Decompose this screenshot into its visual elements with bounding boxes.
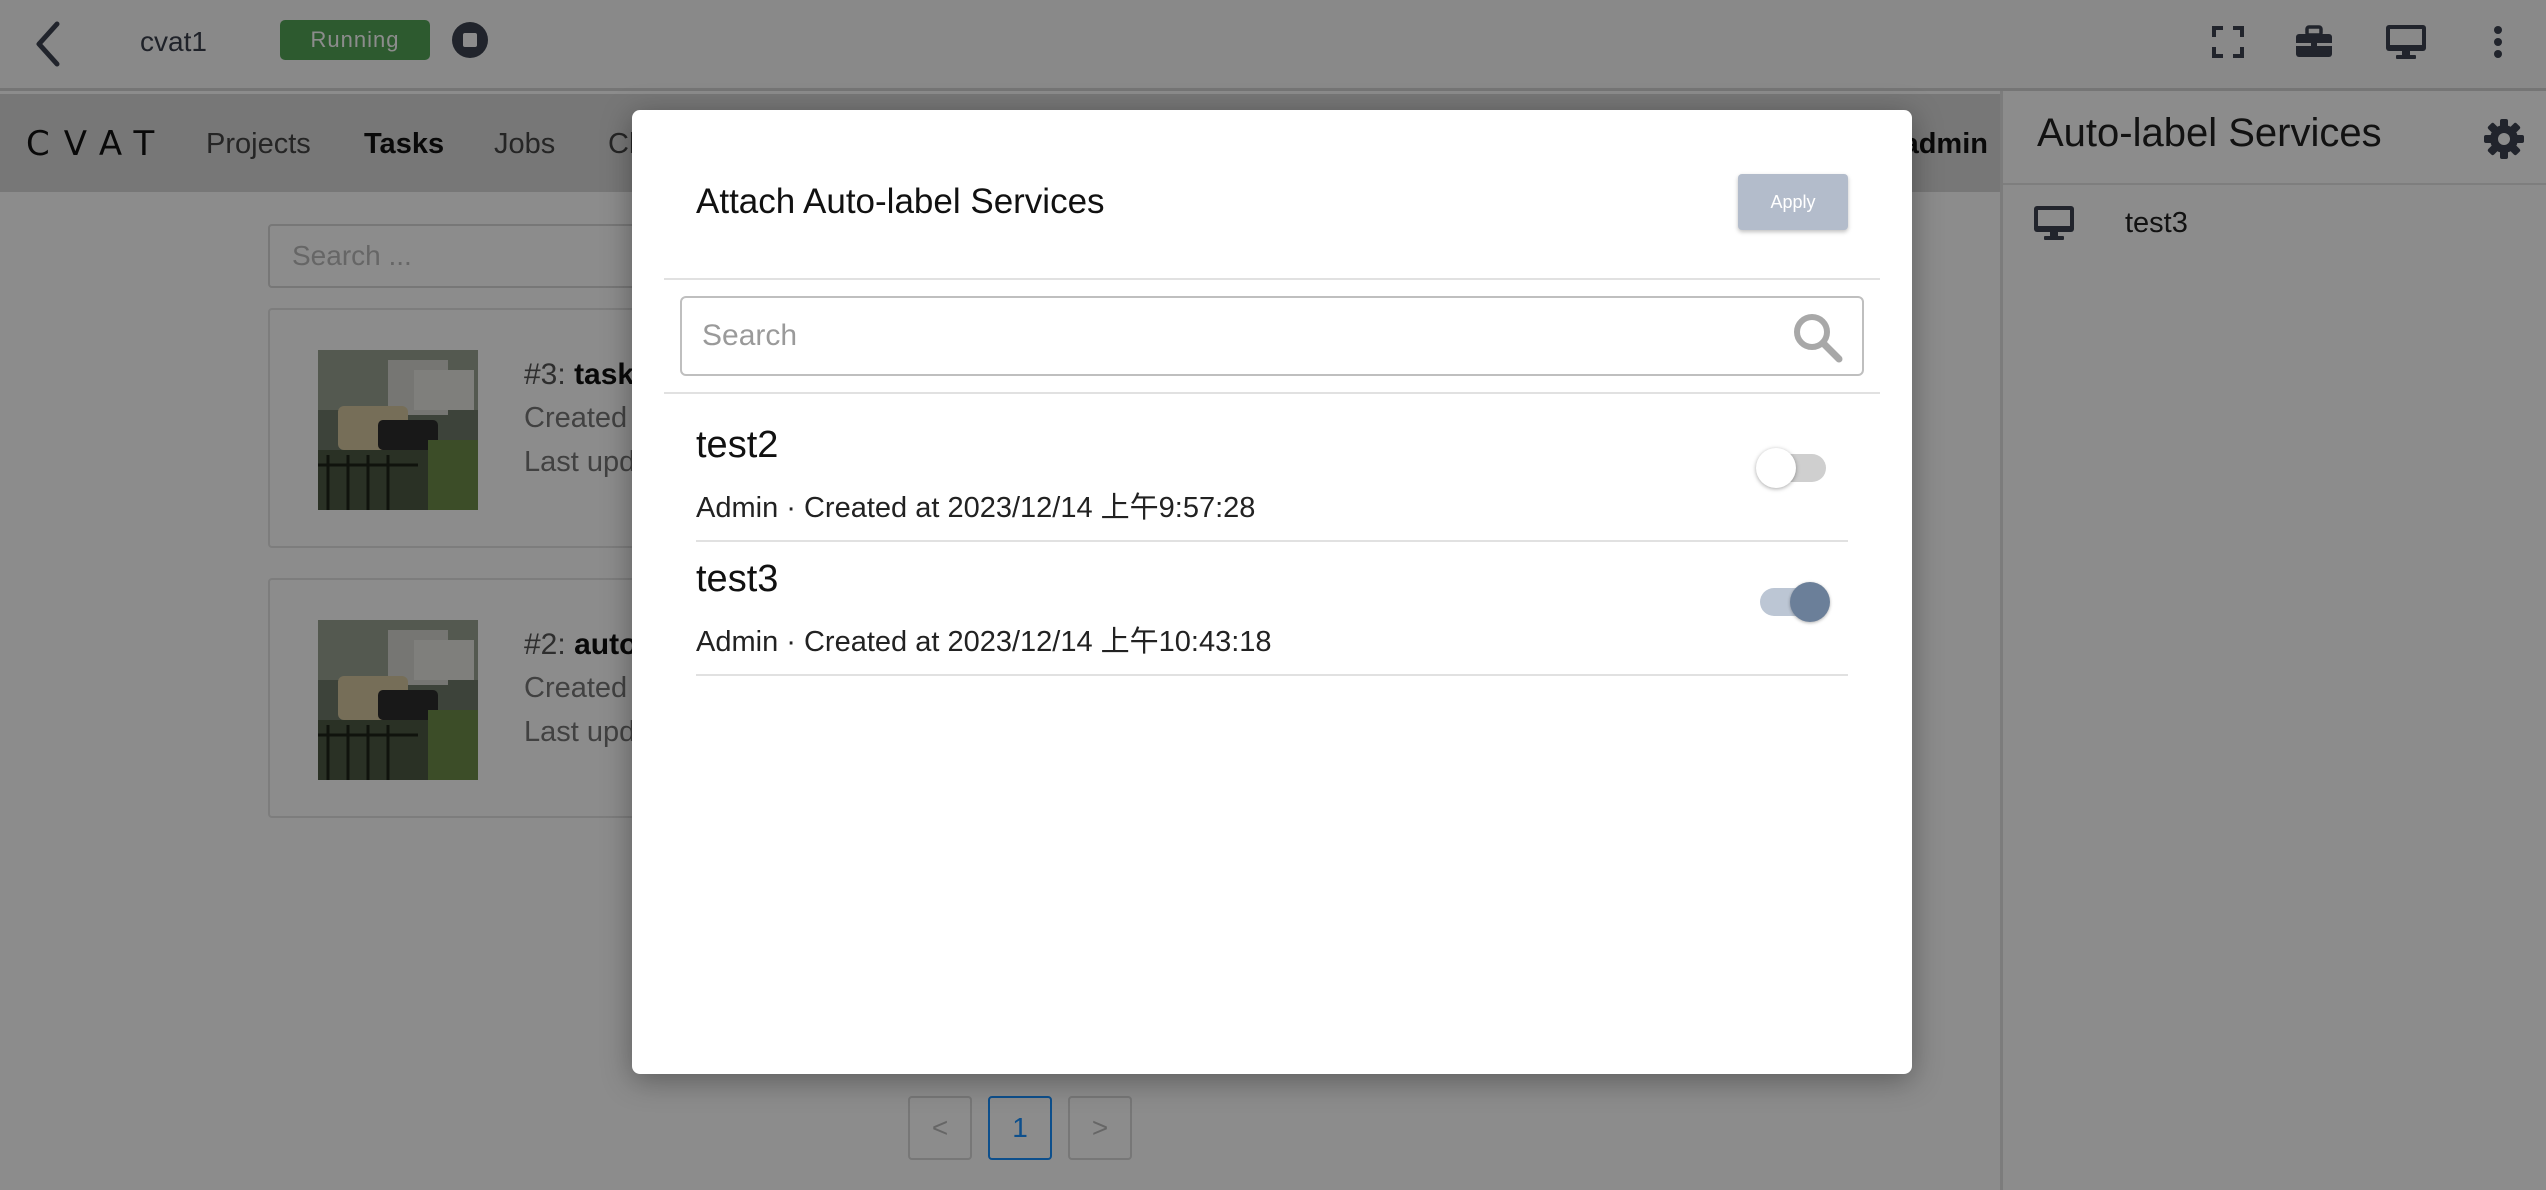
service-list-item: test3 Admin · Created at 2023/12/14 上午10… — [696, 542, 1848, 676]
apply-button[interactable]: Apply — [1738, 174, 1848, 230]
service-search — [680, 296, 1864, 376]
modal-divider — [664, 278, 1880, 280]
toggle-knob — [1790, 582, 1830, 622]
toggle-knob — [1756, 448, 1796, 488]
service-list-item: test2 Admin · Created at 2023/12/14 上午9:… — [696, 408, 1848, 542]
modal-title: Attach Auto-label Services — [696, 182, 1105, 221]
service-name: test2 — [696, 424, 779, 466]
service-toggle[interactable] — [1760, 582, 1830, 622]
service-meta: Admin · Created at 2023/12/14 上午10:43:18 — [696, 626, 1272, 658]
service-name: test3 — [696, 558, 779, 600]
service-meta: Admin · Created at 2023/12/14 上午9:57:28 — [696, 492, 1256, 524]
service-search-input[interactable] — [702, 298, 1762, 374]
attach-services-modal: Attach Auto-label Services Apply test2 A… — [632, 110, 1912, 1074]
modal-divider — [664, 392, 1880, 394]
service-toggle[interactable] — [1756, 448, 1826, 488]
search-icon[interactable] — [1790, 310, 1844, 364]
